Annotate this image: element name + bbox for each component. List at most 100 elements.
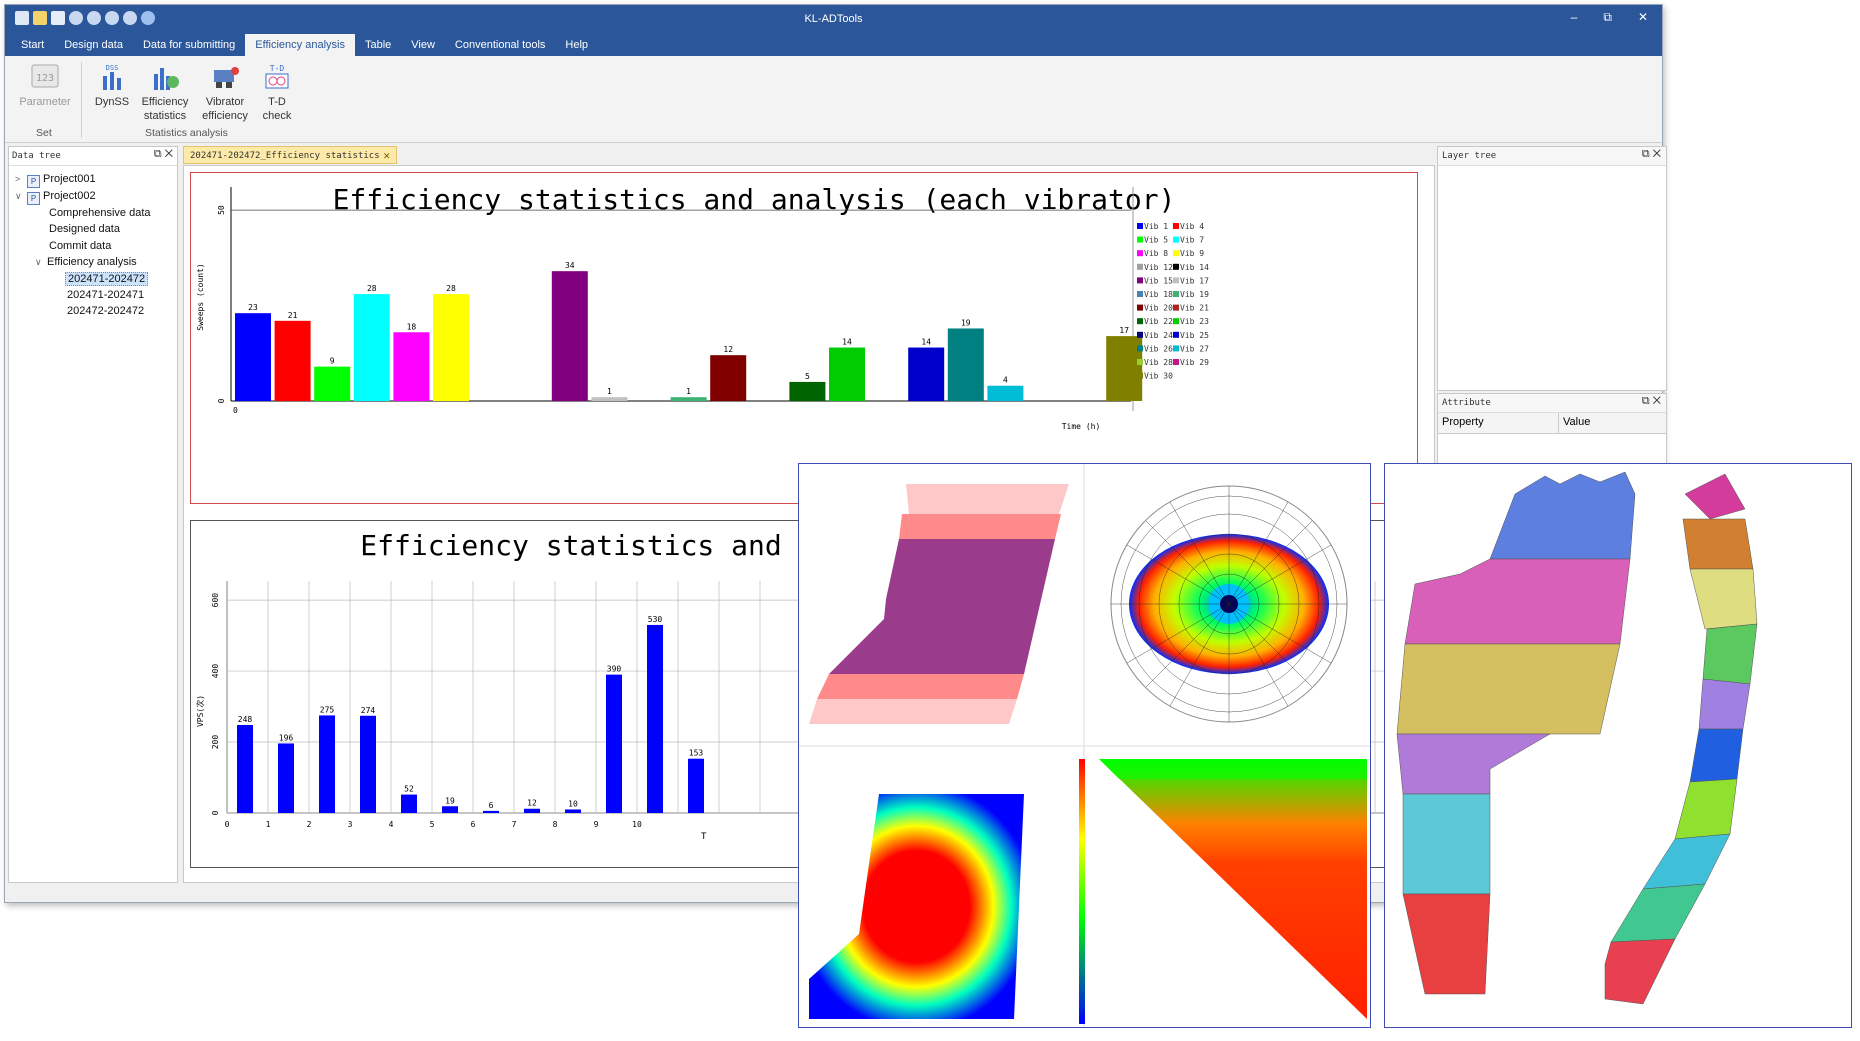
legend-label: Vib 18: [1144, 290, 1173, 299]
legend-swatch: [1173, 236, 1179, 243]
zone-map: [1396, 471, 1758, 1005]
data-label: 10: [568, 799, 578, 808]
data-label: 530: [648, 615, 663, 624]
legend-swatch: [1137, 291, 1143, 297]
bar: [647, 624, 663, 813]
legend-swatch: [1137, 236, 1143, 243]
tree-item-project001[interactable]: > P Project001: [15, 173, 96, 188]
x-tick-label: 3: [348, 820, 353, 829]
legend-swatch: [1137, 345, 1143, 352]
zone-map-inset: [1384, 463, 1852, 1028]
efficiency-statistics-icon: [154, 68, 179, 90]
legend-swatch: [1137, 277, 1143, 284]
data-label: 19: [445, 796, 455, 805]
bar: [987, 385, 1024, 401]
document-tab[interactable]: 202471-202472_Efficiency statistics ✕: [183, 146, 397, 164]
legend-label: Vib 1: [1144, 222, 1168, 231]
menu-table[interactable]: Table: [355, 34, 401, 56]
bar: [401, 794, 417, 813]
x-tick-label: 6: [471, 820, 476, 829]
menu-start[interactable]: Start: [11, 34, 54, 56]
tree-item-designed-data[interactable]: Designed data: [49, 223, 120, 235]
y-axis-label: VPS(次): [195, 695, 205, 727]
legend-label: Vib 5: [1144, 236, 1168, 245]
data-label: 19: [961, 318, 971, 327]
data-label: 28: [367, 284, 377, 293]
panel-controls[interactable]: ⧉ ✕: [154, 148, 173, 161]
legend-label: Vib 4: [1180, 222, 1204, 231]
legend-label: Vib 30: [1144, 372, 1173, 381]
data-label: 5: [805, 372, 810, 381]
heatmap-panel: [809, 759, 1085, 1024]
y-tick-label: 0: [211, 810, 220, 815]
bar: [789, 381, 826, 401]
minimize-button[interactable]: –: [1571, 10, 1578, 25]
vibrator-chart-svg: Efficiency statistics and analysis (each…: [196, 183, 1209, 431]
legend-swatch: [1137, 304, 1143, 311]
window-title: KL-ADTools: [804, 13, 863, 25]
menu-efficiency-analysis[interactable]: Efficiency analysis: [245, 34, 355, 56]
data-label: 14: [921, 338, 931, 347]
bar: [442, 806, 458, 813]
menu-design-data[interactable]: Design data: [54, 34, 133, 56]
menu-data-for-submitting[interactable]: Data for submitting: [133, 34, 245, 56]
visualization-grid: [799, 464, 1370, 1027]
efficiency-statistics-button[interactable]: Efficiency statistics: [135, 62, 195, 123]
bar: [319, 715, 335, 813]
property-column-header[interactable]: Property: [1438, 413, 1559, 433]
zone-map-left: [1396, 471, 1636, 995]
panel-controls[interactable]: ⧉ ✕: [1642, 148, 1661, 161]
data-label: 12: [723, 345, 733, 354]
panel-controls[interactable]: ⧉ ✕: [1642, 395, 1661, 408]
collapse-arrow-icon: ∨: [35, 257, 42, 267]
x-tick-label: 7: [512, 820, 517, 829]
x-tick-label: 4: [389, 820, 394, 829]
close-button[interactable]: ✕: [1638, 10, 1648, 25]
data-label: 274: [361, 706, 376, 715]
data-label: 52: [404, 785, 414, 794]
tree-item-efficiency-analysis[interactable]: ∨ Efficiency analysis: [35, 256, 137, 268]
menu-conventional-tools[interactable]: Conventional tools: [445, 34, 556, 56]
tree-item-commit-data[interactable]: Commit data: [49, 240, 111, 252]
y-tick-label: 600: [211, 593, 220, 608]
dynss-button[interactable]: DSS DynSS: [85, 62, 139, 109]
menu-view[interactable]: View: [401, 34, 445, 56]
bar: [591, 397, 628, 401]
value-column-header[interactable]: Value: [1559, 413, 1594, 433]
data-label: 1: [607, 387, 612, 396]
close-tab-icon[interactable]: ✕: [383, 147, 390, 165]
tree-item-project002[interactable]: ∨ P Project002: [15, 190, 96, 205]
legend-swatch: [1137, 372, 1143, 379]
polar-plot-panel: [1110, 485, 1348, 723]
legend-label: Vib 12: [1144, 263, 1173, 272]
legend-label: Vib 25: [1180, 331, 1209, 340]
data-label: 34: [565, 261, 575, 270]
vibrator-efficiency-button[interactable]: Vibrator efficiency: [195, 62, 255, 123]
legend-swatch: [1173, 318, 1179, 325]
td-check-button[interactable]: T-D T-D check: [250, 62, 304, 123]
menu-help[interactable]: Help: [555, 34, 598, 56]
bar: [433, 294, 469, 401]
bar: [360, 715, 376, 813]
x-axis-label: T: [701, 832, 707, 842]
legend-label: Vib 24: [1144, 331, 1173, 340]
td-check-icon: T-D: [265, 64, 289, 89]
restore-button[interactable]: ⧉: [1603, 10, 1612, 25]
visualization-inset: [798, 463, 1371, 1028]
data-tree-title: Data tree: [12, 151, 61, 161]
expand-arrow-icon: >: [15, 174, 21, 184]
bar: [314, 366, 351, 401]
legend-label: Vib 9: [1180, 249, 1204, 258]
tree-item-202471-202471[interactable]: 202471-202471: [67, 289, 144, 301]
legend-swatch: [1137, 223, 1143, 229]
legend-swatch: [1137, 359, 1143, 365]
parameter-button[interactable]: 123 Parameter: [18, 62, 72, 109]
legend-swatch: [1137, 263, 1143, 270]
tree-item-202472-202472[interactable]: 202472-202472: [67, 305, 144, 317]
y-tick-label: 400: [211, 664, 220, 679]
tree-item-202471-202472[interactable]: 202471-202472: [65, 272, 149, 286]
tree-item-comprehensive-data[interactable]: Comprehensive data: [49, 207, 151, 219]
svg-text:DSS: DSS: [106, 64, 119, 72]
x-tick-label: 8: [553, 820, 558, 829]
svg-text:T-D: T-D: [270, 64, 285, 73]
